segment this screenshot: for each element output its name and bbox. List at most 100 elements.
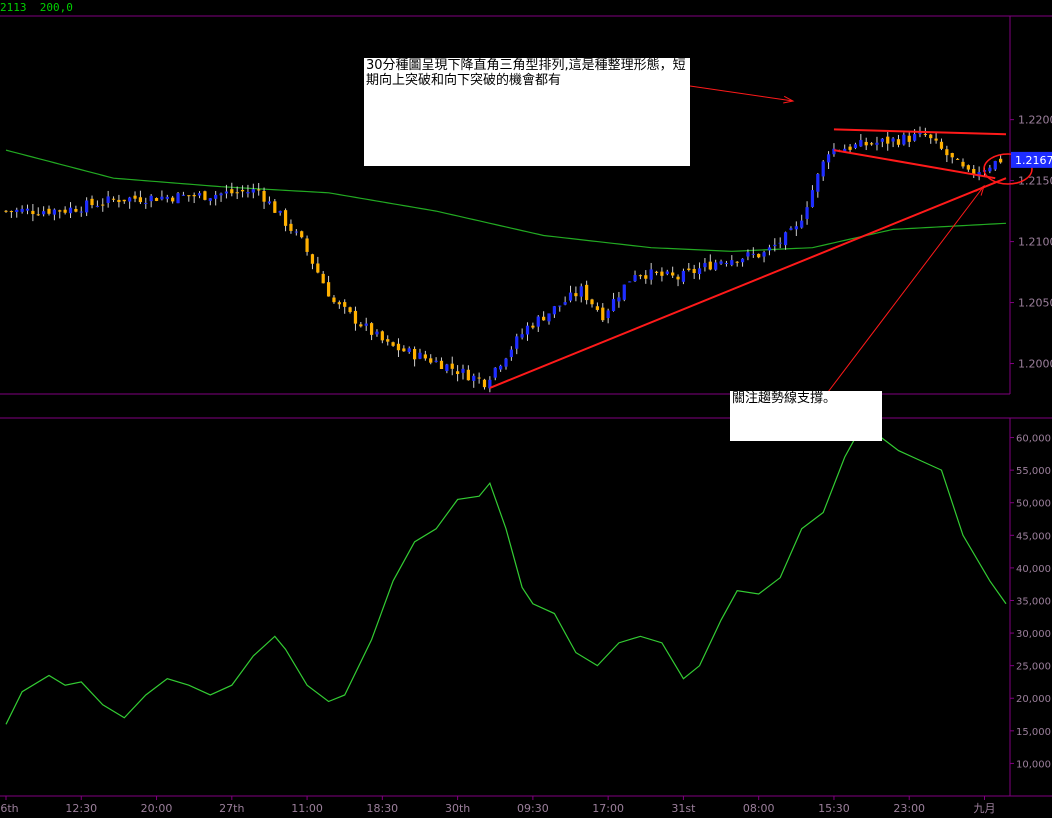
support-annotation-text: 關注趨勢線支撐。 (732, 391, 837, 406)
candle-body (224, 191, 229, 194)
candle-body (466, 369, 470, 381)
candle-body (735, 261, 739, 263)
candle-body (63, 209, 67, 213)
candle-body (773, 244, 777, 247)
candle-body (853, 144, 858, 149)
candle-body (310, 254, 315, 264)
candle-body (585, 284, 589, 301)
candle-body (886, 136, 890, 144)
candle-body (111, 198, 116, 200)
candle-body (15, 209, 19, 212)
candle-body (864, 141, 868, 146)
candle-body (875, 142, 879, 145)
candle-body (165, 196, 169, 199)
candle-body (923, 133, 927, 135)
candle-body (337, 302, 341, 305)
candle-body (810, 190, 815, 207)
candle-body (117, 199, 121, 203)
candle-body (197, 193, 202, 196)
candle-body (380, 331, 384, 341)
candle-body (568, 292, 573, 301)
candle-body (472, 375, 476, 381)
indicator-tick-label: 35,000 (1016, 596, 1051, 607)
candle-body (746, 252, 750, 257)
candle-body (633, 275, 637, 282)
support-annotation-box: 關注趨勢線支撐。 (730, 391, 882, 441)
candle-body (579, 286, 583, 297)
candle-body (665, 271, 669, 274)
candle-body (128, 197, 132, 202)
candle-body (343, 302, 347, 307)
candle-body (697, 268, 702, 274)
candle-body (273, 201, 277, 213)
candle-body (122, 199, 126, 202)
candle-body (703, 263, 707, 268)
candle-body (85, 200, 89, 213)
candle-body (386, 339, 390, 342)
candle-body (848, 146, 852, 150)
candle-body (187, 195, 191, 197)
candle-body (133, 195, 137, 199)
candle-body (574, 293, 578, 297)
candle-body (144, 202, 148, 204)
time-tick-label: 11:00 (291, 802, 323, 815)
candle-body (681, 270, 686, 282)
candle-body (47, 208, 51, 214)
candle-body (316, 263, 320, 273)
candle-body (251, 189, 255, 193)
candle-body (719, 261, 723, 264)
candle-body (622, 284, 626, 300)
candle-body (966, 165, 970, 170)
candle-body (563, 302, 567, 305)
candle-body (993, 161, 997, 170)
candle-body (778, 242, 782, 244)
candle-body (601, 307, 605, 321)
candle-body (149, 195, 153, 202)
price-tick-label: 1.2000 (1018, 358, 1052, 371)
indicator-tick-label: 45,000 (1016, 531, 1051, 542)
triangle-annotation-box: 30分種圖呈現下降直角三角型排列,這是種整理形態，短期向上突破和向下突破的機會都… (364, 58, 690, 166)
time-tick-label: 31st (671, 802, 696, 815)
candle-body (687, 268, 691, 270)
candle-body (294, 231, 298, 233)
trendline-lower_triangle (833, 149, 996, 180)
support-note-arrow (827, 185, 985, 393)
time-tick-label: 30th (445, 802, 470, 815)
candle-body (929, 134, 933, 139)
candle-body (262, 190, 266, 202)
candle-body (767, 247, 772, 251)
candle-body (369, 323, 374, 335)
candle-body (332, 297, 336, 303)
candle-body (499, 365, 503, 370)
candle-body (961, 161, 965, 167)
candle-body (418, 352, 422, 359)
candle-body (859, 140, 863, 147)
time-tick-label: 12:30 (65, 802, 97, 815)
candle-body (450, 363, 454, 369)
candle-body (939, 141, 944, 149)
candle-body (730, 260, 734, 265)
candle-body (423, 354, 427, 359)
time-tick-label: 20:00 (141, 802, 173, 815)
candlestick-series (4, 126, 1003, 393)
candle-body (542, 316, 546, 321)
candle-body (230, 189, 234, 194)
candle-body (504, 358, 508, 367)
candle-body (68, 207, 73, 214)
candle-body (950, 153, 954, 158)
candle-body (617, 297, 621, 302)
candle-body (101, 204, 105, 206)
candle-body (628, 281, 632, 283)
candle-body (90, 198, 94, 206)
indicator-tick-label: 30,000 (1016, 629, 1051, 640)
candle-body (412, 349, 417, 360)
candle-body (267, 201, 272, 204)
last-price-label: 1.2167 (1015, 154, 1052, 167)
candle-body (79, 211, 83, 213)
time-tick-label: 17:00 (592, 802, 624, 815)
candle-body (138, 197, 143, 203)
candle-body (956, 158, 960, 160)
candle-body (36, 214, 40, 216)
candle-body (257, 189, 261, 191)
candle-body (391, 342, 395, 346)
